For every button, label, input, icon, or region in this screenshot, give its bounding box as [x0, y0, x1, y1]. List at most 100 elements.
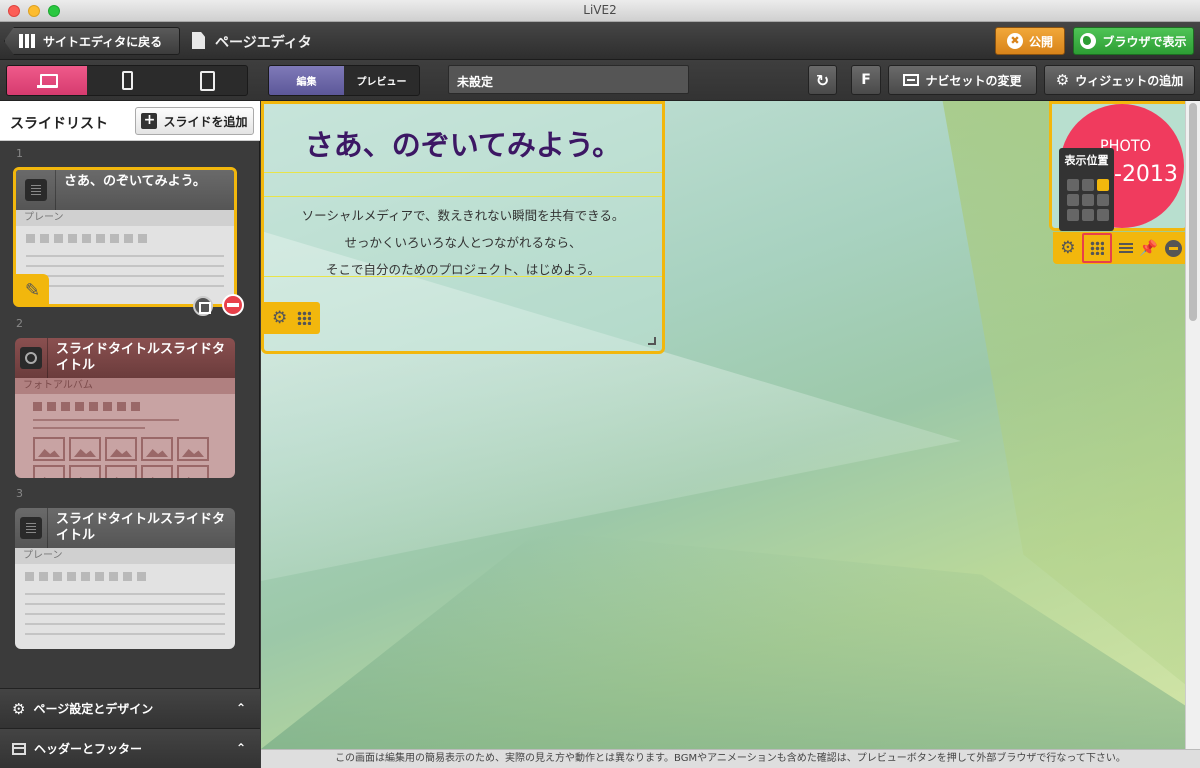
mode-switcher: 編集 プレビュー [268, 65, 420, 96]
chevron-up-icon: ⌃ [235, 741, 246, 755]
chevron-up-icon: ⌃ [235, 701, 246, 715]
navset-icon [903, 74, 920, 86]
slide-type: プレーン [15, 548, 235, 564]
position-grid-icon [1090, 241, 1105, 255]
camera-icon [20, 347, 43, 369]
view-in-browser-button[interactable]: ブラウザで表示 [1073, 27, 1194, 55]
header-footer-panel[interactable]: ヘッダーとフッター ⌃ [0, 728, 260, 768]
plus-icon: + [141, 113, 158, 129]
add-slide-button[interactable]: + スライドを追加 [135, 107, 254, 135]
site-editor-icon [19, 34, 35, 48]
slide-number: 3 [16, 487, 23, 500]
slide-list-sidebar: スライドリスト + スライドを追加 1 さあ、のぞいてみよう。 プレーン ✎ 2… [0, 101, 260, 768]
widget-label: ウィジェットの追加 [1075, 73, 1184, 88]
page-document-icon [192, 32, 205, 49]
canvas-scrollbar[interactable] [1185, 101, 1200, 749]
position-cell-selected[interactable] [1097, 179, 1109, 191]
position-cell[interactable] [1067, 209, 1079, 221]
photo-widget-toolbar: ⚙ 📌 [1053, 232, 1185, 264]
back-to-site-editor-button[interactable]: サイトエディタに戻る [4, 27, 180, 55]
navset-label: ナビセットの変更 [925, 73, 1022, 88]
add-slide-label: スライドを追加 [163, 114, 248, 129]
resize-handle[interactable] [648, 337, 656, 345]
device-switcher [6, 65, 248, 96]
page-canvas[interactable]: さあ、のぞいてみよう。 ソーシャルメディアで、数えきれない瞬間を共有できる。 せ… [261, 101, 1185, 749]
change-navset-button[interactable]: ナビセットの変更 [888, 65, 1037, 95]
pencil-icon: ✎ [24, 280, 41, 301]
slide-number: 1 [16, 147, 23, 160]
main-toolbar: サイトエディタに戻る ページエディタ ✖ 公開 ブラウザで表示 [0, 22, 1200, 60]
pin-icon[interactable]: 📌 [1139, 239, 1158, 257]
gear-icon: ⚙ [1055, 70, 1070, 89]
slide-title: さあ、のぞいてみよう。 [64, 174, 206, 189]
hero-text-line: ソーシャルメディアで、数えきれない瞬間を共有できる。 [301, 208, 625, 223]
remove-slide-button[interactable] [222, 294, 244, 316]
publish-label: 公開 [1028, 34, 1053, 49]
position-cell[interactable] [1082, 179, 1094, 191]
remove-widget-icon[interactable] [1164, 239, 1182, 257]
slide-type: フォトアルバム [15, 378, 235, 394]
tablet-icon [199, 70, 215, 91]
hero-widget-toolbar: ⚙ [263, 302, 320, 334]
header-footer-icon [12, 742, 26, 755]
widget-settings-gear-icon[interactable]: ⚙ [1060, 238, 1075, 258]
slide-preview [15, 394, 235, 478]
position-grid [1067, 179, 1109, 221]
editor-notice: この画面は編集用の簡易表示のため、実際の見え方や動作とは異なります。BGMやアニ… [261, 749, 1200, 768]
gear-icon: ⚙ [12, 699, 26, 718]
slide-card-3[interactable]: スライドタイトルスライドタイトル プレーン [15, 508, 235, 649]
phone-icon [121, 71, 133, 90]
tablet-view-button[interactable] [167, 66, 247, 95]
display-position-popup: 表示位置 [1059, 148, 1114, 231]
page-settings-panel[interactable]: ⚙ ページ設定とデザイン ⌃ [0, 688, 260, 728]
publish-icon: ✖ [1006, 33, 1023, 49]
preview-mode-button[interactable]: プレビュー [344, 66, 419, 95]
photo-widget-year: -2013 [1114, 162, 1178, 187]
duplicate-slide-button[interactable] [193, 296, 213, 316]
editor-toolbar: 編集 プレビュー 未設定 ↻ F ナビセットの変更 ⚙ ウィジェットの追加 [0, 60, 1200, 101]
laptop-icon [37, 73, 58, 88]
slide-list-title: スライドリスト [10, 116, 108, 132]
slide-card-header: さあ、のぞいてみよう。 [16, 170, 234, 210]
edit-mode-button[interactable]: 編集 [269, 66, 344, 95]
slide-preview [15, 564, 235, 649]
page-title: ページエディタ [215, 35, 312, 51]
position-cell[interactable] [1067, 194, 1079, 206]
position-grid-icon[interactable] [297, 311, 312, 325]
position-cell[interactable] [1097, 209, 1109, 221]
display-position-title: 表示位置 [1064, 154, 1109, 167]
phone-view-button[interactable] [87, 66, 167, 95]
slide-number: 2 [16, 317, 23, 330]
position-cell[interactable] [1082, 194, 1094, 206]
desktop-view-button[interactable] [7, 66, 87, 95]
layer-stack-icon[interactable] [1118, 243, 1133, 253]
refresh-icon: ↻ [815, 70, 830, 90]
add-widget-button[interactable]: ⚙ ウィジェットの追加 [1044, 65, 1195, 95]
document-icon [20, 517, 43, 539]
f-button[interactable]: F [851, 65, 881, 95]
slide-list-header: スライドリスト + スライドを追加 [0, 101, 260, 141]
window-title: LiVE2 [583, 3, 617, 17]
publish-button[interactable]: ✖ 公開 [995, 27, 1065, 55]
slide-card-header: スライドタイトルスライドタイトル [15, 338, 235, 378]
refresh-button[interactable]: ↻ [808, 65, 837, 95]
globe-icon [1080, 33, 1097, 49]
back-button-label: サイトエディタに戻る [43, 34, 163, 49]
widget-settings-gear-icon[interactable]: ⚙ [272, 308, 287, 328]
position-cell[interactable] [1097, 194, 1109, 206]
header-footer-label: ヘッダーとフッター [34, 742, 143, 756]
position-cell[interactable] [1082, 209, 1094, 221]
edit-slide-button[interactable]: ✎ [16, 274, 49, 307]
slide-title: スライドタイトルスライドタイトル [56, 512, 226, 543]
hero-text-line: せっかくいろいろな人とつながれるなら、 [344, 235, 582, 250]
slide-card-2[interactable]: スライドタイトルスライドタイトル フォトアルバム [15, 338, 235, 478]
hero-text-widget[interactable]: さあ、のぞいてみよう。 ソーシャルメディアで、数えきれない瞬間を共有できる。 せ… [261, 101, 665, 354]
page-settings-label: ページ設定とデザイン [33, 702, 154, 716]
document-icon [24, 179, 47, 201]
page-name-field[interactable]: 未設定 [448, 65, 689, 94]
scrollbar-thumb[interactable] [1189, 103, 1197, 321]
position-cell[interactable] [1067, 179, 1079, 191]
hero-title: さあ、のぞいてみよう。 [304, 128, 622, 162]
position-grid-button[interactable] [1082, 233, 1113, 263]
slide-title: スライドタイトルスライドタイトル [56, 342, 226, 373]
